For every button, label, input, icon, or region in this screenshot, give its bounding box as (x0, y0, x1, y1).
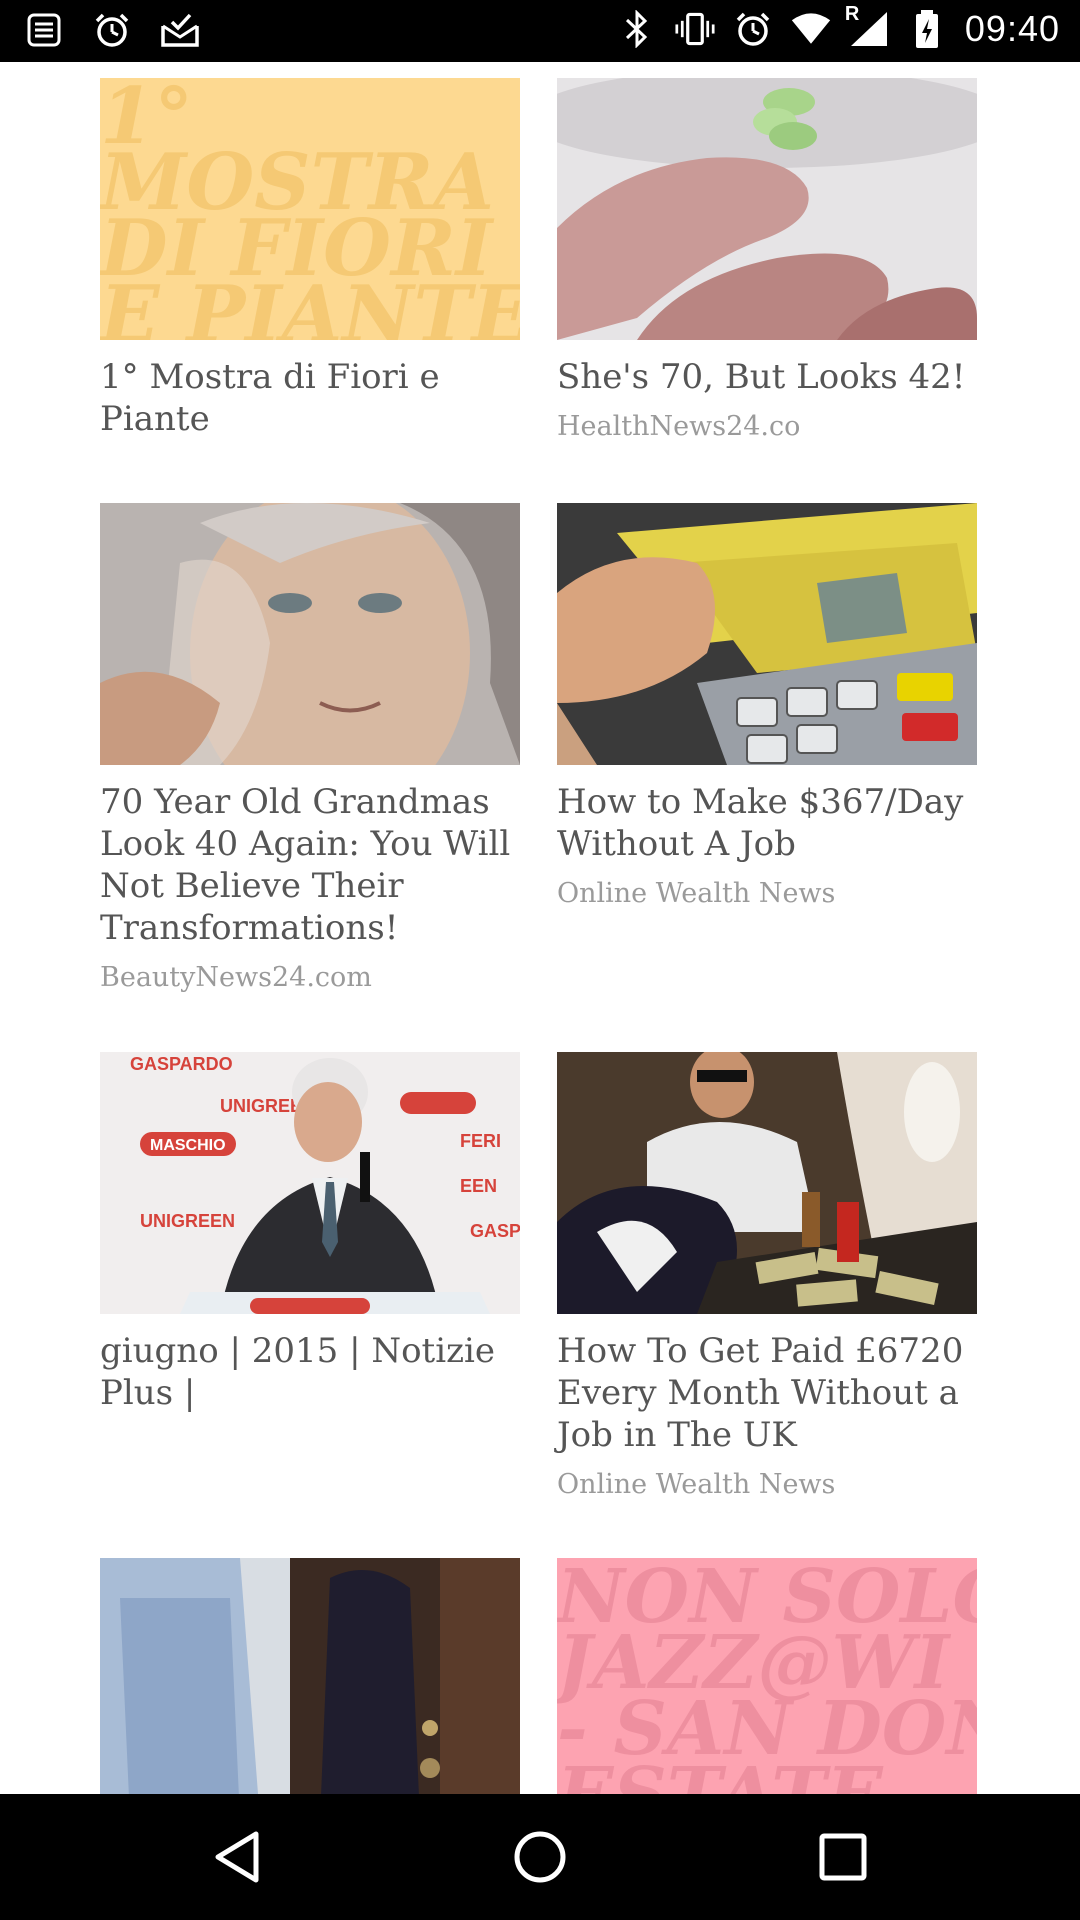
speaker-podium-image: GASPARDO UNIGREEN FERI EEN GASP UNIGREEN… (100, 1052, 520, 1314)
home-icon (514, 1831, 566, 1883)
vibrate-icon (675, 9, 715, 49)
article-thumbnail[interactable] (100, 1558, 520, 1794)
article-thumbnail[interactable]: NON SOLO JAZZ@WI - SAN DON ESTATE (557, 1558, 977, 1794)
bluetooth-icon (617, 9, 657, 49)
roaming-label: R (844, 3, 860, 25)
article-card[interactable]: 70 Year Old Grandmas Look 40 Again: You … (100, 503, 520, 995)
recents-button[interactable] (810, 1824, 876, 1890)
navigation-bar (0, 1794, 1080, 1920)
article-card[interactable]: She's 70, But Looks 42! HealthNews24.co (557, 78, 977, 444)
article-card[interactable]: GASPARDO UNIGREEN FERI EEN GASP UNIGREEN… (100, 1052, 520, 1414)
article-title[interactable]: How to Make $367/Day Without A Job (557, 781, 977, 865)
article-source: Online Wealth News (557, 1469, 836, 1500)
battery-icon (907, 9, 947, 49)
article-card[interactable] (100, 1558, 520, 1794)
article-source: BeautyNews24.com (100, 962, 372, 993)
tile-text: 1° MOSTRA DI FIORI E PIANTE (100, 78, 520, 340)
recommendation-feed: 1° MOSTRA DI FIORI E PIANTE 1° Mostra di… (0, 62, 1080, 1794)
notes-icon (24, 10, 64, 50)
article-title[interactable]: giugno | 2015 | Notizie Plus | (100, 1330, 520, 1414)
svg-text:GASPARDO: GASPARDO (130, 1054, 233, 1074)
article-card[interactable]: 1° MOSTRA DI FIORI E PIANTE 1° Mostra di… (100, 78, 520, 440)
article-title[interactable]: 70 Year Old Grandmas Look 40 Again: You … (100, 781, 520, 949)
clock: 09:40 (964, 8, 1060, 49)
doorway-image (100, 1558, 520, 1794)
woman-mask-image (100, 503, 520, 765)
article-thumbnail[interactable]: GASPARDO UNIGREEN FERI EEN GASP UNIGREEN… (100, 1052, 520, 1314)
article-card[interactable]: How to Make $367/Day Without A Job Onlin… (557, 503, 977, 911)
article-thumbnail[interactable]: 1° MOSTRA DI FIORI E PIANTE (100, 78, 520, 340)
home-button[interactable] (507, 1824, 573, 1890)
svg-text:UNIGREEN: UNIGREEN (140, 1211, 235, 1231)
article-thumbnail[interactable] (557, 1052, 977, 1314)
status-bar: R 09:40 (0, 0, 1080, 62)
article-card[interactable]: NON SOLO JAZZ@WI - SAN DON ESTATE (557, 1558, 977, 1794)
alarm-icon (92, 10, 132, 50)
article-thumbnail[interactable] (557, 78, 977, 340)
svg-text:MASCHIO: MASCHIO (150, 1137, 226, 1154)
article-source: HealthNews24.co (557, 411, 801, 442)
tile-text: NON SOLO JAZZ@WI - SAN DON ESTATE (557, 1558, 977, 1794)
back-icon (215, 1831, 259, 1883)
article-title[interactable]: 1° Mostra di Fiori e Piante (100, 356, 520, 440)
jet-cash-image (557, 1052, 977, 1314)
article-thumbnail[interactable] (557, 503, 977, 765)
svg-text:GASP: GASP (470, 1221, 520, 1241)
article-thumbnail[interactable] (100, 503, 520, 765)
alarm-icon (733, 9, 773, 49)
article-card[interactable]: How To Get Paid £6720 Every Month Withou… (557, 1052, 977, 1502)
recents-icon (819, 1833, 867, 1881)
svg-text:FERI: FERI (460, 1131, 501, 1151)
mail-check-icon (160, 10, 200, 50)
wifi-icon (791, 9, 831, 49)
article-title[interactable]: She's 70, But Looks 42! (557, 356, 977, 398)
svg-text:EEN: EEN (460, 1176, 497, 1196)
article-title[interactable]: How To Get Paid £6720 Every Month Withou… (557, 1330, 977, 1456)
back-button[interactable] (204, 1824, 270, 1890)
signal-icon: R (845, 3, 889, 49)
finger-cream-image (557, 78, 977, 340)
money-atm-image (557, 503, 977, 765)
article-source: Online Wealth News (557, 878, 836, 909)
